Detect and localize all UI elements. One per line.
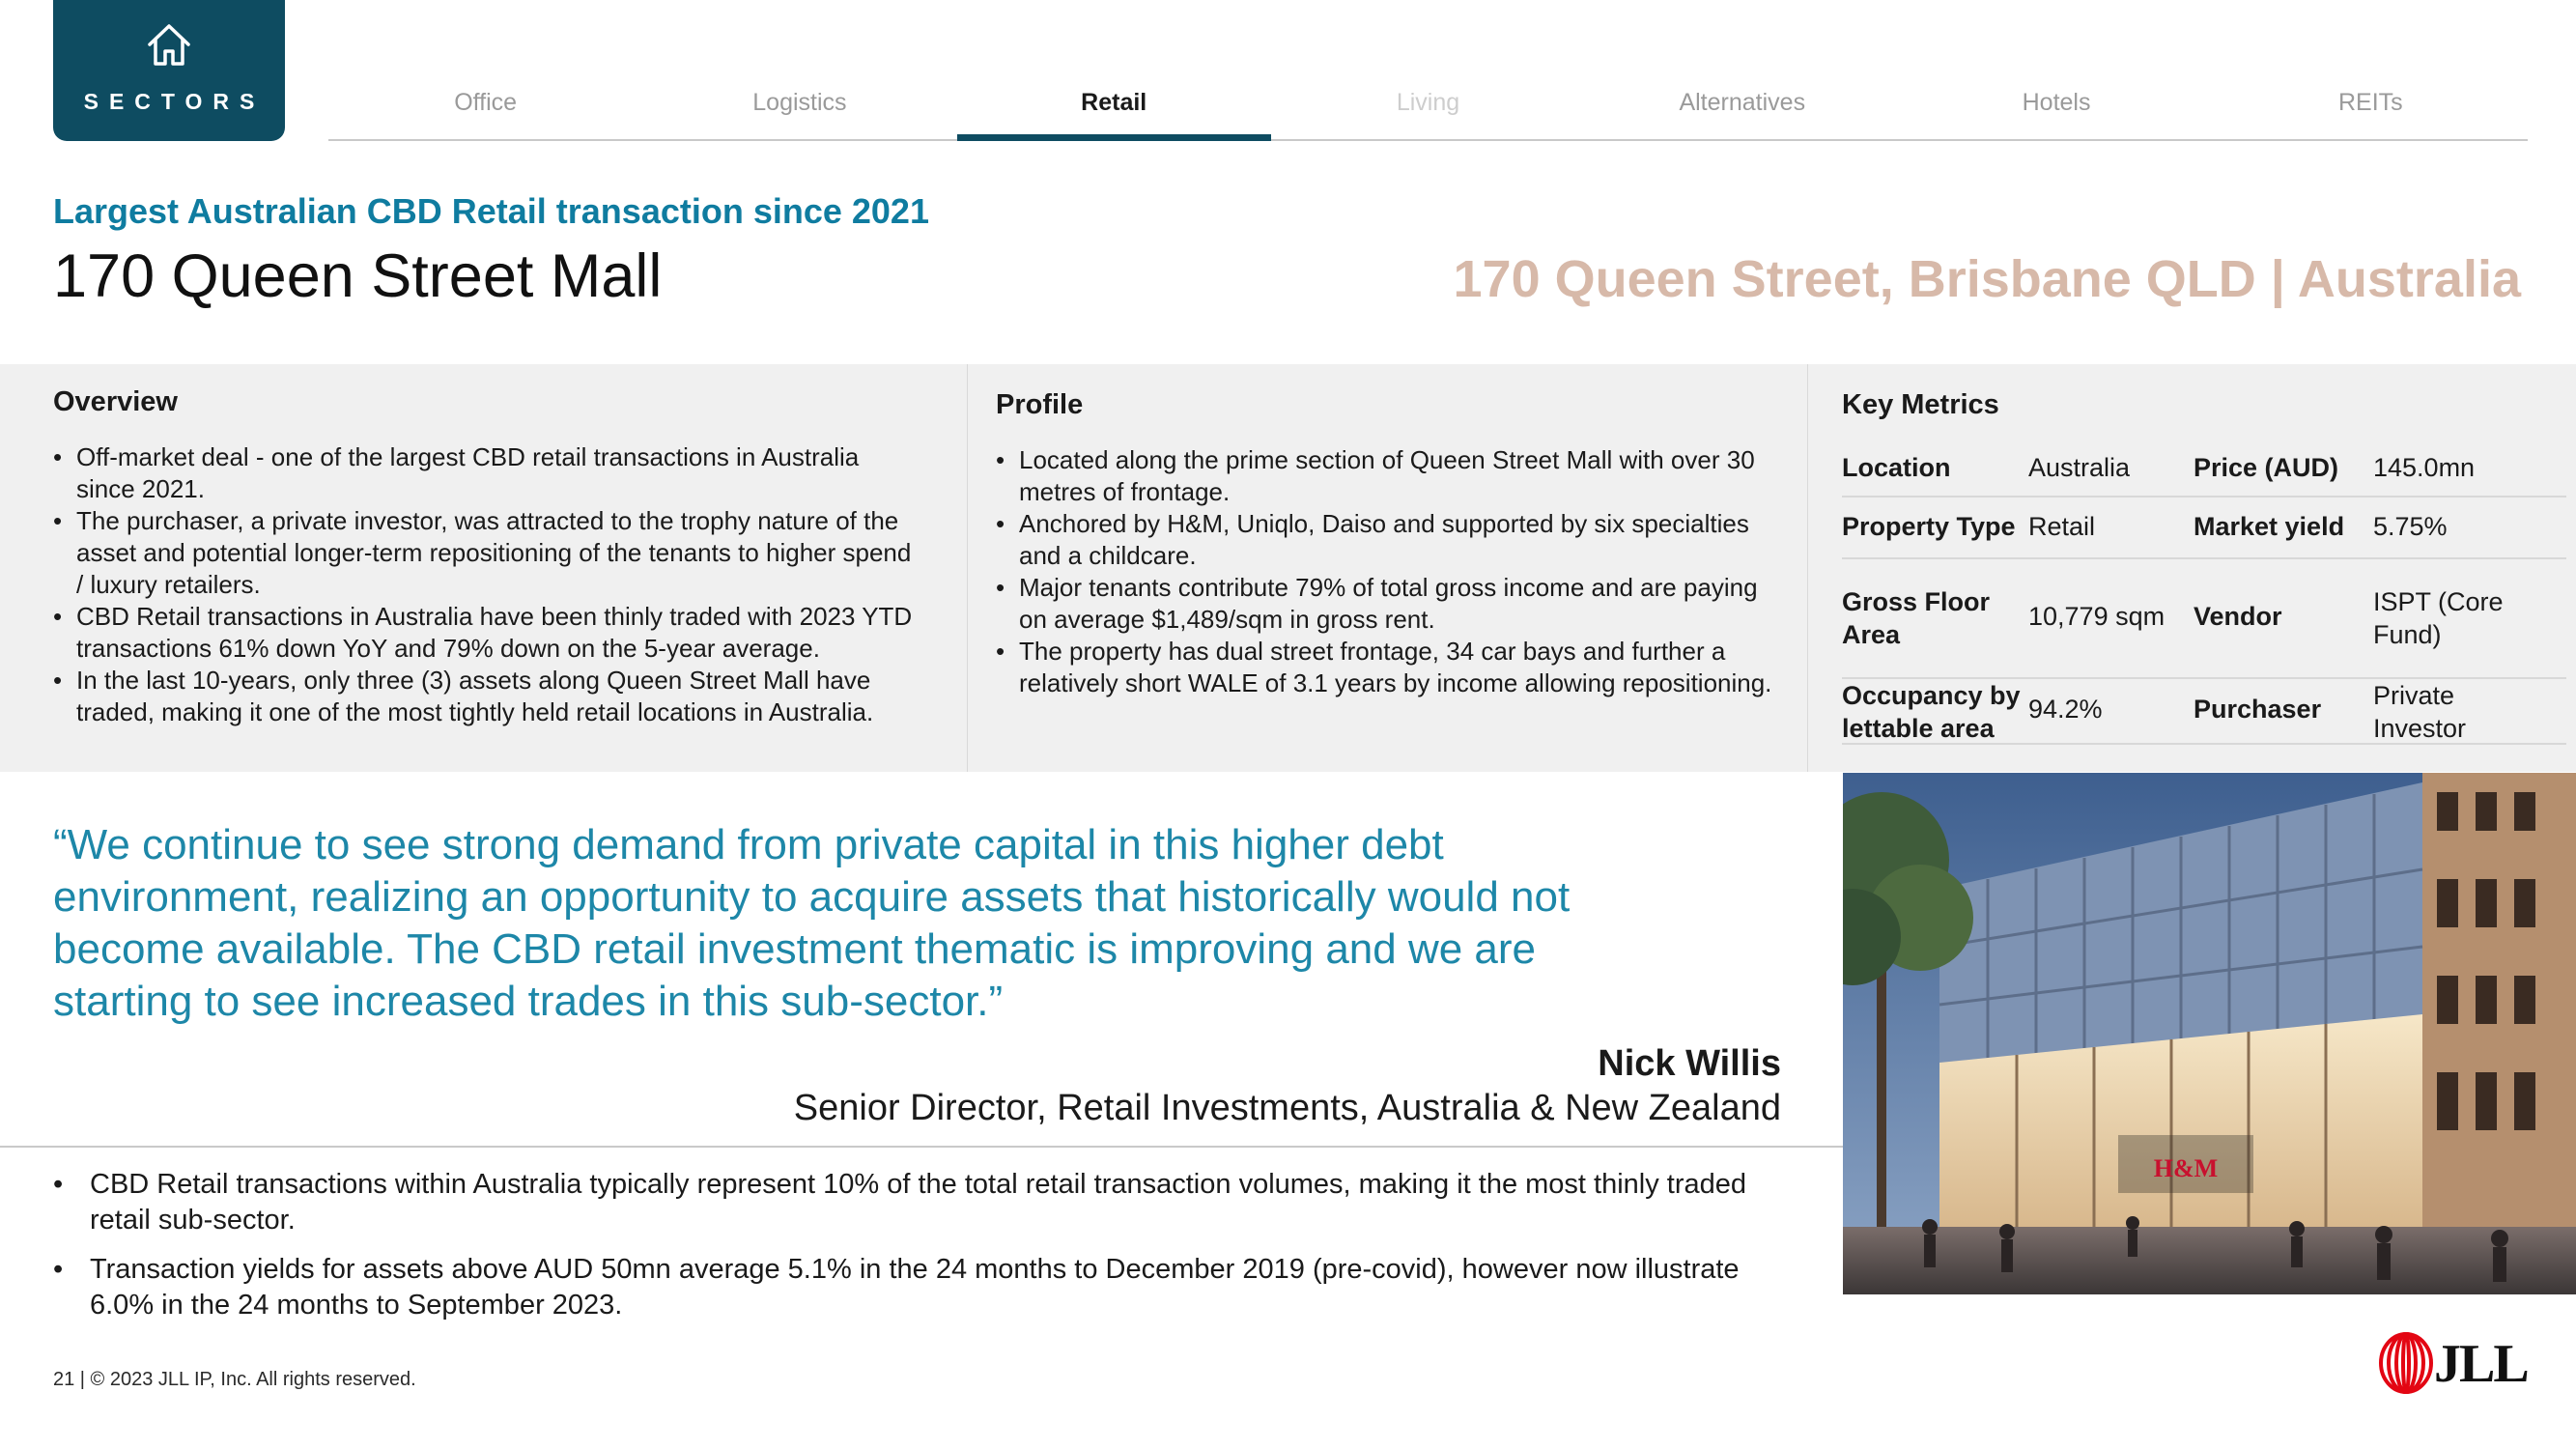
metric-label: Gross Floor Area xyxy=(1842,587,1991,649)
metric-label: Market yield xyxy=(2194,512,2345,541)
section-divider xyxy=(0,1146,1843,1148)
table-row: Location Australia Price (AUD) 145.0mn xyxy=(1842,445,2566,497)
overview-section: Overview Off-market deal - one of the la… xyxy=(0,364,968,772)
property-photo: H&M xyxy=(1843,773,2576,1294)
testimonial-quote: “We continue to see strong demand from p… xyxy=(53,821,1571,1025)
quote-author-role: Senior Director, Retail Investments, Aus… xyxy=(793,1088,1781,1128)
list-item: The purchaser, a private investor, was a… xyxy=(53,505,922,601)
table-row: Occupancy by lettable area 94.2% Purchas… xyxy=(1842,679,2566,745)
overview-list: Off-market deal - one of the largest CBD… xyxy=(53,441,922,728)
tab-logistics[interactable]: Logistics xyxy=(642,79,956,139)
metric-label: Price (AUD) xyxy=(2194,453,2339,482)
storefront-illustration: H&M xyxy=(1843,773,2576,1294)
quote-author-name: Nick Willis xyxy=(1598,1043,1781,1084)
metric-label: Purchaser xyxy=(2194,695,2322,724)
metric-label: Property Type xyxy=(1842,512,2016,541)
overview-heading: Overview xyxy=(53,386,178,417)
tab-hotels[interactable]: Hotels xyxy=(1899,79,2213,139)
list-item: Transaction yields for assets above AUD … xyxy=(53,1252,1792,1323)
key-metrics-section: Key Metrics Location Australia Price (AU… xyxy=(1808,364,2576,772)
sector-tabs: Office Logistics Retail Living Alternati… xyxy=(328,79,2528,141)
profile-section: Profile Located along the prime section … xyxy=(968,364,1808,772)
metric-value: 5.75% xyxy=(2373,512,2448,541)
jll-logo: JLL xyxy=(2378,1331,2530,1395)
metric-value: Retail xyxy=(2028,512,2096,541)
profile-list: Located along the prime section of Queen… xyxy=(996,444,1788,699)
property-location: 170 Queen Street, Brisbane QLD | Austral… xyxy=(1453,250,2521,308)
jll-logo-mark-icon xyxy=(2379,1332,2433,1394)
copyright-notice: 21 | © 2023 JLL IP, Inc. All rights rese… xyxy=(53,1369,416,1390)
metric-value: Private Investor xyxy=(2373,681,2467,743)
metric-value: 10,779 sqm xyxy=(2028,602,2166,631)
metric-value: 145.0mn xyxy=(2373,453,2476,482)
key-metrics-heading: Key Metrics xyxy=(1842,389,1999,420)
profile-heading: Profile xyxy=(996,389,1084,420)
list-item: Off-market deal - one of the largest CBD… xyxy=(53,441,922,505)
list-item: CBD Retail transactions in Australia hav… xyxy=(53,601,922,665)
sectors-label: SECTORS xyxy=(83,89,266,114)
key-metrics-table: Location Australia Price (AUD) 145.0mn P… xyxy=(1842,445,2566,745)
table-row: Gross Floor Area 10,779 sqm Vendor ISPT … xyxy=(1842,559,2566,679)
metric-label: Location xyxy=(1842,453,1951,482)
page-subtitle: Largest Australian CBD Retail transactio… xyxy=(53,191,929,231)
metric-label: Occupancy by lettable area xyxy=(1842,681,2021,743)
home-icon xyxy=(148,24,190,66)
tab-retail[interactable]: Retail xyxy=(956,79,1272,141)
sectors-menu-button[interactable]: SECTORS xyxy=(53,0,285,141)
list-item: CBD Retail transactions within Australia… xyxy=(53,1167,1792,1238)
tab-reits[interactable]: REITs xyxy=(2214,79,2528,139)
list-item: Anchored by H&M, Uniqlo, Daiso and suppo… xyxy=(996,508,1788,572)
metric-value: 94.2% xyxy=(2028,695,2103,724)
tab-alternatives[interactable]: Alternatives xyxy=(1585,79,1899,139)
list-item: In the last 10-years, only three (3) ass… xyxy=(53,665,922,728)
info-panel: Overview Off-market deal - one of the la… xyxy=(0,364,2576,772)
list-item: Located along the prime section of Queen… xyxy=(996,444,1788,508)
metric-value: ISPT (Core Fund) xyxy=(2373,587,2504,649)
metric-label: Vendor xyxy=(2194,602,2282,631)
market-notes-list: CBD Retail transactions within Australia… xyxy=(53,1167,1792,1337)
metric-value: Australia xyxy=(2028,453,2131,482)
page-title: 170 Queen Street Mall xyxy=(53,242,663,310)
tab-office[interactable]: Office xyxy=(328,79,642,139)
list-item: Major tenants contribute 79% of total gr… xyxy=(996,572,1788,636)
jll-logo-text: JLL xyxy=(2434,1334,2530,1394)
table-row: Property Type Retail Market yield 5.75% xyxy=(1842,497,2566,559)
store-sign: H&M xyxy=(2154,1154,2218,1182)
list-item: The property has dual street frontage, 3… xyxy=(996,636,1788,699)
tab-living[interactable]: Living xyxy=(1271,79,1585,139)
